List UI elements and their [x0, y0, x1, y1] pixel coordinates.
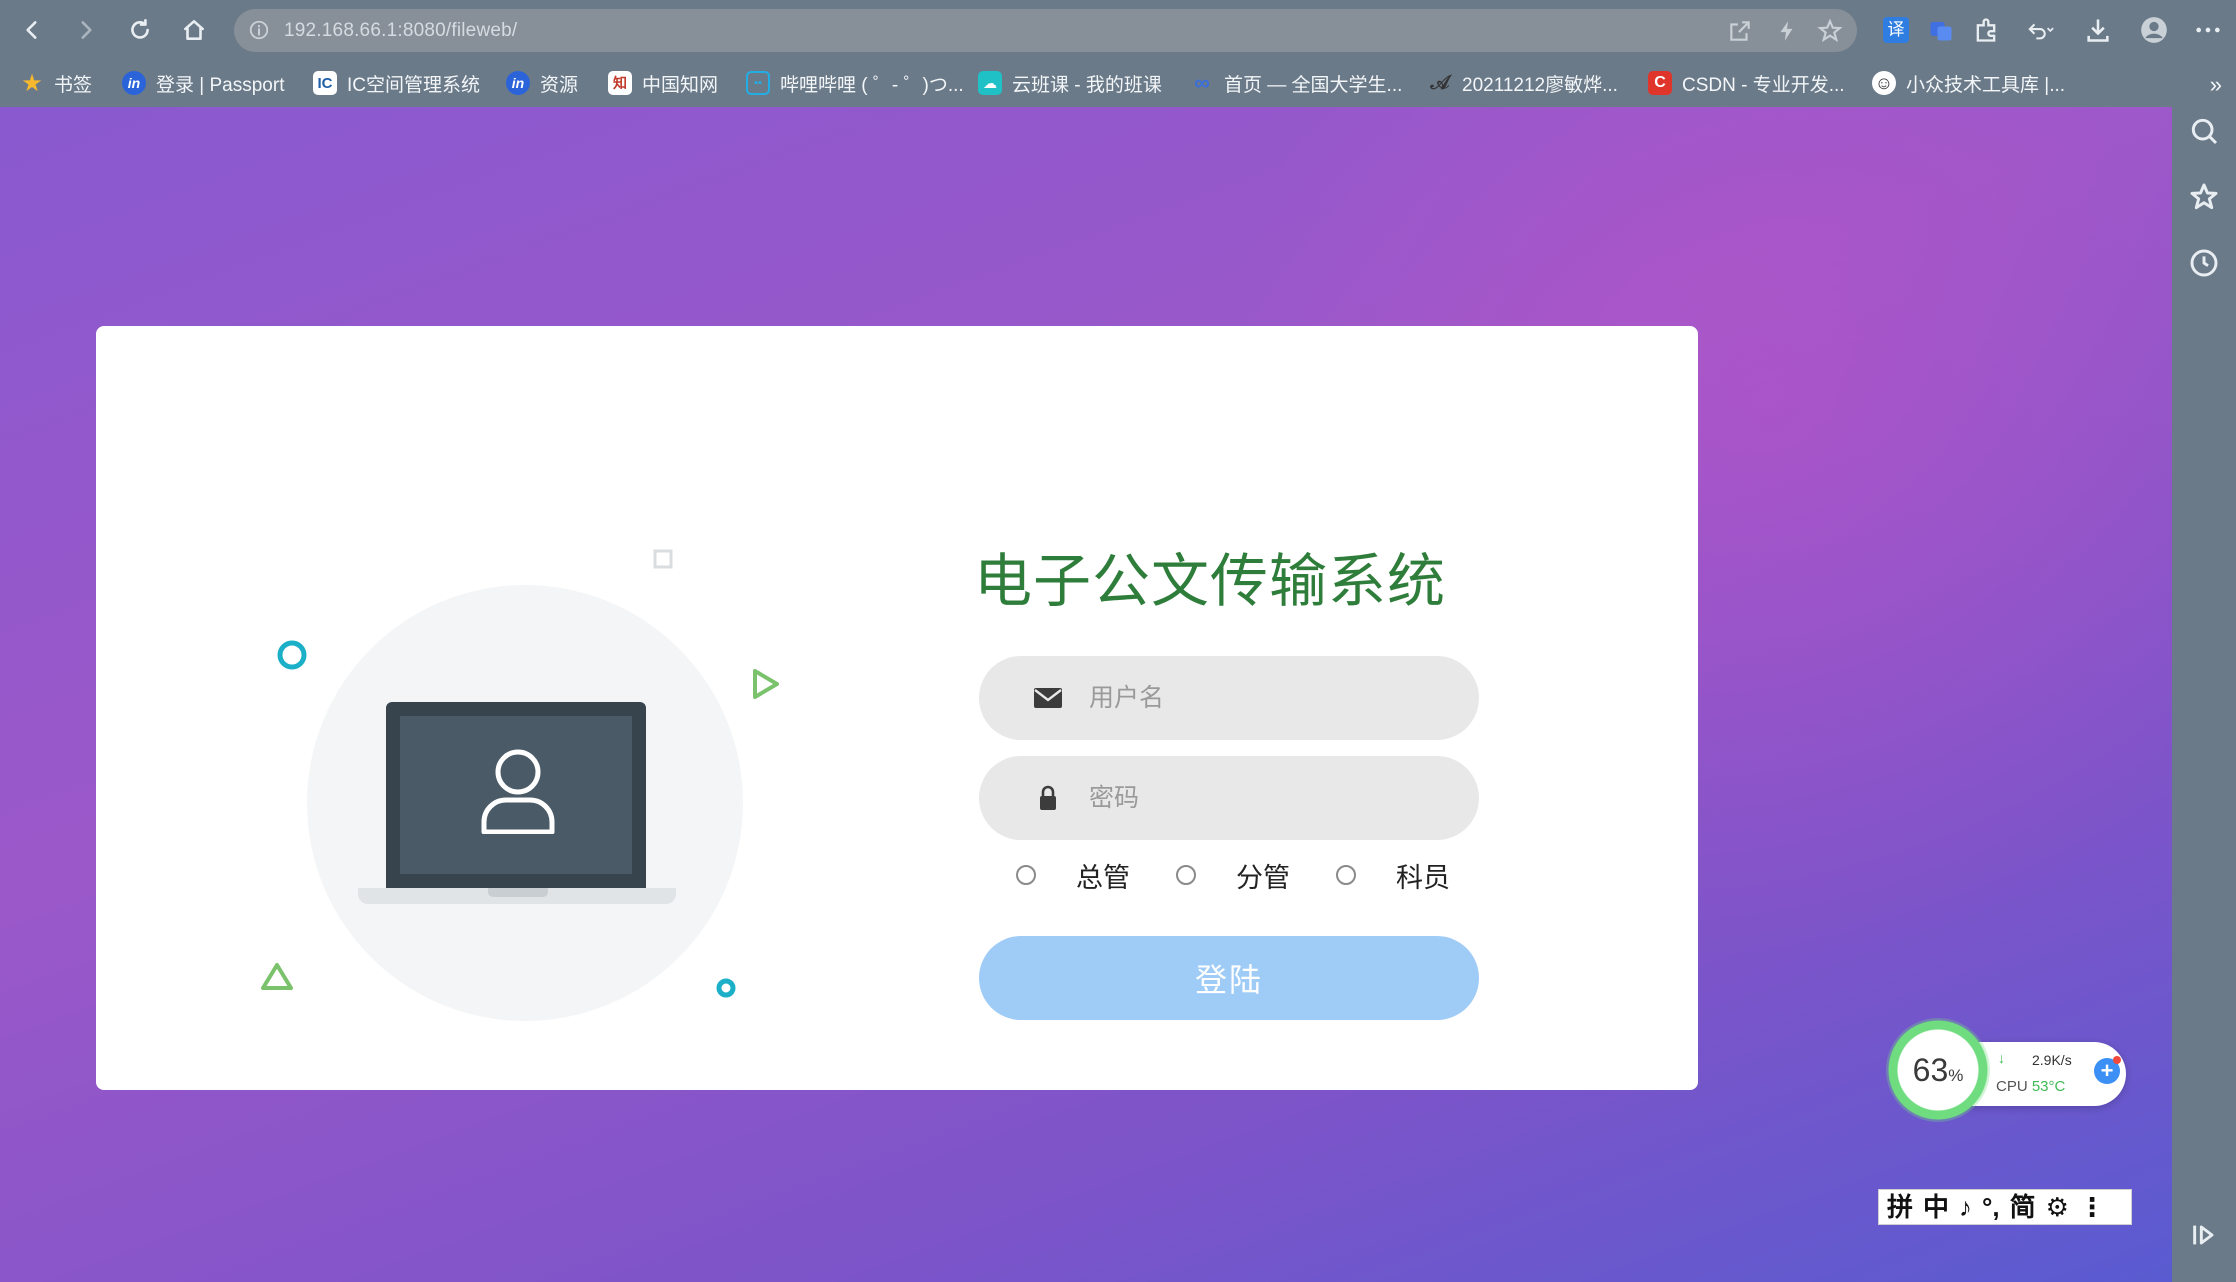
password-input[interactable]	[1089, 756, 1449, 840]
network-speed: 2.9K/s	[2032, 1052, 2072, 1068]
profile-avatar-icon[interactable]	[2138, 14, 2170, 46]
ime-simplified-icon[interactable]: 简	[2010, 1190, 2036, 1224]
memory-percentage: 63%	[1912, 1052, 1964, 1088]
tools-logo-icon: ☺	[1872, 71, 1896, 95]
play-triangle-decoration-icon	[753, 669, 779, 699]
envelope-icon	[1034, 688, 1062, 708]
resource-logo-icon: in	[506, 71, 530, 95]
username-input[interactable]	[1089, 656, 1449, 740]
bookmark-item[interactable]: 知 中国知网	[608, 68, 718, 98]
bookmarks-bar: ★ 书签 in 登录 | Passport IC IC空间管理系统 in 资源 …	[0, 60, 2236, 107]
screenshot-extension-icon[interactable]	[1925, 14, 1957, 46]
bookmark-item[interactable]: ★ 书签	[20, 68, 92, 98]
bookmark-item[interactable]: C CSDN - 专业开发...	[1648, 68, 1845, 98]
password-field[interactable]	[979, 756, 1479, 840]
radio-button[interactable]	[1016, 865, 1036, 885]
download-icon[interactable]	[2082, 14, 2114, 46]
radio-button[interactable]	[1336, 865, 1356, 885]
extensions-puzzle-icon[interactable]	[1970, 14, 2002, 46]
download-arrow-icon: ↓	[1998, 1050, 2005, 1066]
bookmark-item[interactable]: in 登录 | Passport	[122, 68, 284, 98]
reload-button[interactable]	[122, 12, 158, 48]
document-logo-icon: 𝒜	[1430, 71, 1450, 94]
lightning-icon[interactable]	[1774, 18, 1800, 44]
back-button[interactable]	[14, 12, 50, 48]
more-menu-icon[interactable]	[2192, 14, 2224, 46]
dot-decoration-icon	[716, 978, 736, 998]
role-option-branch[interactable]: 分管	[1176, 855, 1290, 895]
bookmarks-overflow-icon[interactable]: »	[2210, 72, 2222, 98]
home-button[interactable]	[176, 12, 212, 48]
history-clock-icon[interactable]	[2188, 247, 2220, 279]
arrow-left-icon	[26, 21, 37, 39]
bilibili-tv-icon: ▪▪	[746, 71, 770, 95]
role-radio-group: 总管 分管 科员	[1016, 855, 1456, 895]
page-background: 电子公文传输系统 总管 分管	[0, 107, 2172, 1282]
star-icon: ★	[21, 69, 43, 97]
login-card: 电子公文传输系统 总管 分管	[96, 326, 1698, 1090]
share-icon[interactable]	[1727, 18, 1753, 44]
ime-halfwidth-icon[interactable]: ♪	[1959, 1190, 1972, 1224]
page-title: 电子公文传输系统	[973, 549, 1446, 614]
csdn-logo-icon: C	[1648, 71, 1672, 95]
laptop-notch	[488, 888, 548, 897]
role-option-chief[interactable]: 总管	[1016, 855, 1130, 895]
forward-button[interactable]	[68, 12, 104, 48]
url-text[interactable]: 192.168.66.1:8080/fileweb/	[284, 20, 517, 42]
ime-pinyin-icon[interactable]: 拼	[1887, 1190, 1913, 1224]
bookmark-item[interactable]: 𝒜 20211212廖敏烨...	[1428, 68, 1618, 98]
browser-toolbar: 192.168.66.1:8080/fileweb/ 译	[0, 0, 2236, 60]
ime-punctuation-icon[interactable]: °,	[1982, 1190, 2000, 1224]
square-decoration-icon	[653, 549, 673, 569]
bookmark-item[interactable]: ∞ 首页 — 全国大学生...	[1190, 68, 1402, 98]
star-outline-icon[interactable]	[2188, 181, 2220, 213]
undo-icon[interactable]	[2025, 14, 2057, 46]
address-bar[interactable]: 192.168.66.1:8080/fileweb/	[234, 9, 1857, 52]
login-button[interactable]: 登陆	[979, 936, 1479, 1020]
cpu-temperature: CPU 53°C	[1996, 1078, 2066, 1095]
translate-extension-icon[interactable]: 译	[1880, 14, 1912, 46]
performance-widget[interactable]: 63% ↓ 2.9K/s CPU 53°C +	[1886, 1018, 2126, 1122]
radio-button[interactable]	[1176, 865, 1196, 885]
bookmark-item[interactable]: in 资源	[506, 68, 578, 98]
cnki-logo-icon: 知	[608, 71, 632, 95]
bookmark-item[interactable]: ☁ 云班课 - 我的班课	[978, 68, 1162, 98]
laptop-icon	[386, 702, 646, 888]
ime-toolbar[interactable]: 拼 中 ♪ °, 简 ⚙ ⋮	[1878, 1189, 2132, 1225]
user-icon	[481, 749, 555, 834]
login-illustration	[96, 326, 996, 1090]
reload-icon	[131, 18, 149, 39]
ic-logo-icon: IC	[313, 71, 337, 95]
ime-settings-gear-icon[interactable]: ⚙	[2046, 1190, 2069, 1224]
triangle-decoration-icon	[261, 963, 293, 990]
info-icon	[249, 20, 269, 40]
home-icon	[184, 20, 204, 40]
role-option-staff[interactable]: 科员	[1336, 855, 1450, 895]
infinity-logo-icon: ∞	[1194, 70, 1210, 95]
bookmark-item[interactable]: ▪▪ 哔哩哔哩 ( ゜- ゜)つ...	[746, 68, 964, 98]
notification-dot	[2113, 1056, 2121, 1064]
search-icon[interactable]	[2188, 115, 2220, 147]
ring-decoration-icon	[277, 640, 307, 670]
ime-more-icon[interactable]: ⋮	[2079, 1190, 2105, 1224]
ime-chinese-mode-icon[interactable]: 中	[1923, 1190, 1949, 1224]
cloud-class-icon: ☁	[978, 71, 1002, 95]
arrow-right-icon	[81, 21, 92, 39]
passport-logo-icon: in	[122, 71, 146, 95]
bookmark-item[interactable]: IC IC空间管理系统	[313, 68, 480, 98]
favorite-star-icon[interactable]	[1817, 18, 1843, 44]
collapse-panel-icon[interactable]	[2188, 1219, 2220, 1251]
username-field[interactable]	[979, 656, 1479, 740]
bookmark-item[interactable]: ☺ 小众技术工具库 |...	[1872, 68, 2065, 98]
browser-side-panel	[2172, 107, 2236, 1282]
lock-icon	[1040, 785, 1056, 810]
